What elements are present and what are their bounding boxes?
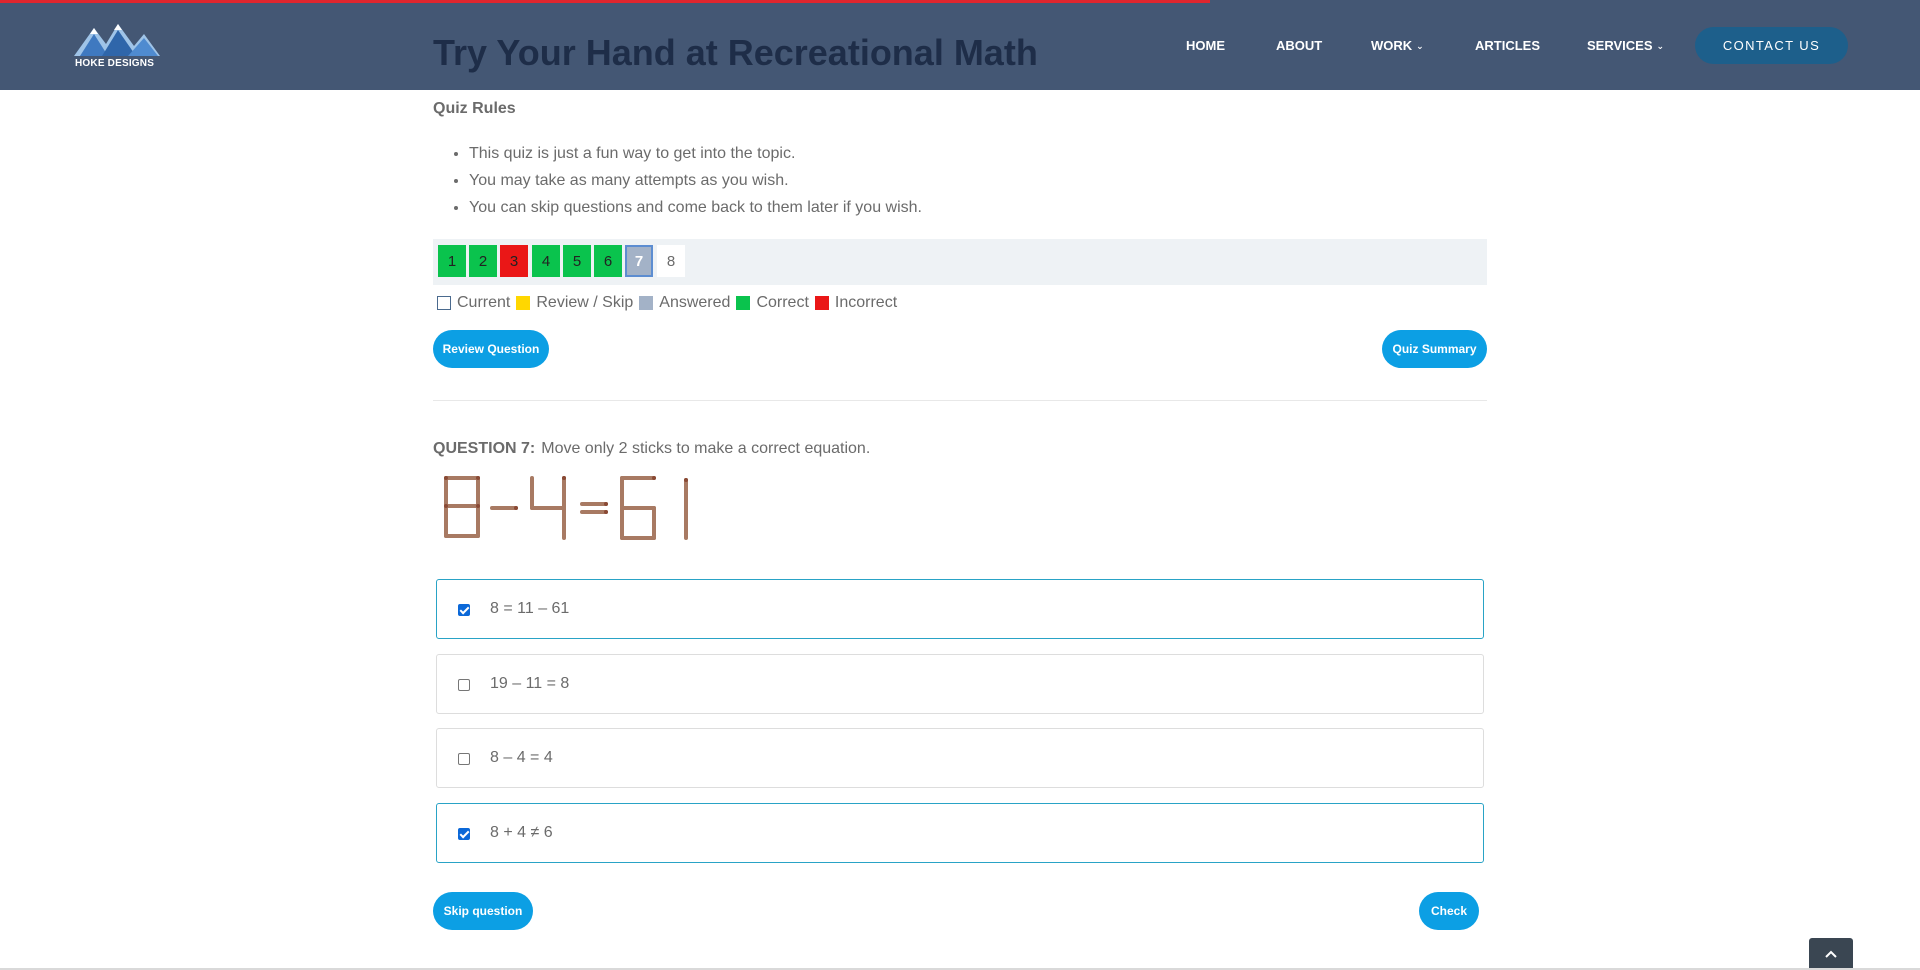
logo-text: HOKE DESIGNS [75,58,155,69]
check-button[interactable]: Check [1419,892,1479,930]
answer-checkbox[interactable] [458,828,470,840]
question-nav-item-4[interactable]: 4 [532,245,560,277]
answer-option-2[interactable]: 19 – 11 = 8 [436,654,1484,714]
answer-text: 8 – 4 = 4 [490,749,553,766]
question-nav-item-7[interactable]: 7 [625,245,653,277]
review-question-button[interactable]: Review Question [433,330,549,368]
contact-us-button[interactable]: CONTACT US [1695,27,1848,64]
nav-about[interactable]: ABOUT [1276,38,1322,53]
legend-swatch-answered [639,296,654,310]
legend-label-answered: Answered [659,294,731,311]
scroll-to-top-button[interactable] [1809,938,1853,970]
legend-label-incorrect: Incorrect [834,294,898,311]
legend-swatch-incorrect [814,296,829,310]
answer-option-3[interactable]: 8 – 4 = 4 [436,728,1484,788]
question-text: Move only 2 sticks to make a correct equ… [541,440,871,457]
question-nav-item-1[interactable]: 1 [438,245,466,277]
reading-progress-bar [0,0,1210,3]
site-header: HOKE DESIGNS Try Your Hand at Recreation… [0,0,1920,90]
legend-label-current: Current [457,294,511,311]
rule-item: You can skip questions and come back to … [469,198,922,225]
rule-item: This quiz is just a fun way to get into … [469,144,922,171]
rule-item: You may take as many attempts as you wis… [469,171,922,198]
question-nav-item-3[interactable]: 3 [500,245,528,277]
answer-option-1[interactable]: 8 = 11 – 61 [436,579,1484,639]
answer-text: 8 = 11 – 61 [490,600,570,617]
legend-label-correct: Correct [756,294,809,311]
answer-option-4[interactable]: 8 + 4 ≠ 6 [436,803,1484,863]
legend-swatch-correct [736,296,751,310]
quiz-rules-heading: Quiz Rules [433,100,516,117]
rules-list: This quiz is just a fun way to get into … [469,144,922,225]
question-nav-item-2[interactable]: 2 [469,245,497,277]
chevron-up-icon [1825,950,1837,958]
nav-services-label: SERVICES [1587,38,1653,53]
answer-text: 8 + 4 ≠ 6 [490,824,553,841]
answer-checkbox[interactable] [458,604,470,616]
question-header: QUESTION 7: Move only 2 sticks to make a … [433,440,870,458]
nav-home[interactable]: HOME [1186,38,1225,53]
nav-work[interactable]: WORK ⌄ [1371,38,1424,53]
question-navigator [433,239,1487,285]
question-nav-item-5[interactable]: 5 [563,245,591,277]
nav-services[interactable]: SERVICES ⌄ [1587,38,1664,53]
status-legend: Current Review / Skip Answered Correct I… [437,294,903,312]
nav-articles[interactable]: ARTICLES [1475,38,1540,53]
answer-checkbox[interactable] [458,679,470,691]
answer-text: 19 – 11 = 8 [490,675,570,692]
skip-question-button[interactable]: Skip question [433,892,533,930]
quiz-summary-button[interactable]: Quiz Summary [1382,330,1487,368]
nav-work-label: WORK [1371,38,1413,53]
legend-swatch-current [437,296,451,310]
nav-about-label: ABOUT [1276,38,1323,53]
section-divider [433,400,1487,401]
legend-label-review: Review / Skip [536,294,634,311]
matchstick-equation-image [444,476,688,540]
chevron-down-icon: ⌄ [1656,41,1665,51]
question-nav-item-6[interactable]: 6 [594,245,622,277]
chevron-down-icon: ⌄ [1416,41,1424,51]
question-nav-item-8[interactable]: 8 [657,245,685,277]
page-title: Try Your Hand at Recreational Math [433,32,1038,73]
nav-articles-label: ARTICLES [1475,38,1540,53]
nav-home-label: HOME [1186,38,1225,53]
answer-checkbox[interactable] [458,753,470,765]
question-label: QUESTION 7: [433,440,536,457]
legend-swatch-review [516,296,531,310]
